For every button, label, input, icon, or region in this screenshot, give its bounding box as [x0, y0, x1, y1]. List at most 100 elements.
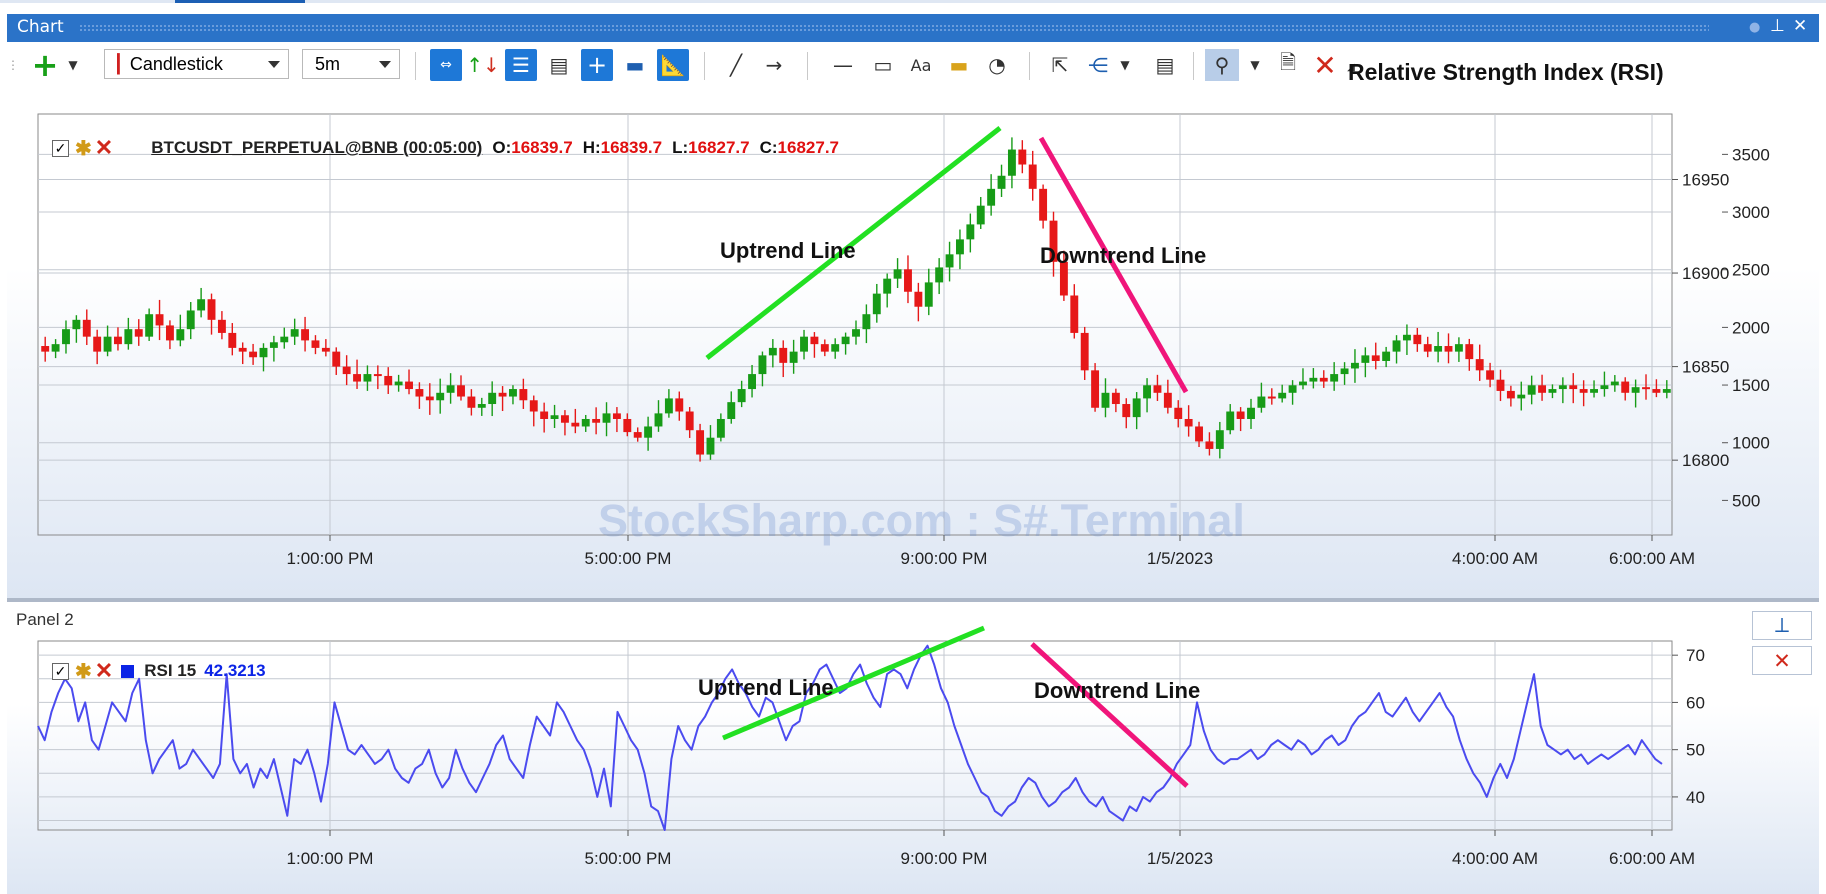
- candle-body: [1496, 379, 1505, 391]
- downtrend-label: Downtrend Line: [1040, 243, 1207, 268]
- candle-body: [1444, 346, 1453, 352]
- candle-body: [987, 188, 996, 206]
- candle-body: [1174, 407, 1183, 419]
- rsi-downtrend-line: [1030, 642, 1189, 788]
- candle-body: [1143, 385, 1152, 399]
- rsi-x-tick-label: 5:00:00 PM: [585, 849, 672, 868]
- volume-tick-label: 1000: [1732, 434, 1770, 453]
- candle-body: [602, 413, 611, 423]
- candle-body: [114, 336, 122, 345]
- x-tick-label: 4:00:00 AM: [1452, 549, 1538, 568]
- volume-tick-label: 1500: [1732, 376, 1770, 395]
- candle-body: [321, 347, 330, 352]
- candle-body: [685, 411, 694, 431]
- candle-body: [363, 374, 372, 382]
- remove-icon[interactable]: ✕: [95, 658, 113, 684]
- candle-body: [810, 336, 819, 345]
- remove-icon[interactable]: ✕: [95, 135, 113, 161]
- candle-body: [966, 224, 975, 240]
- candle-body: [197, 299, 206, 311]
- candle-body: [997, 175, 1006, 189]
- rsi-tick-label: 40: [1686, 788, 1705, 807]
- candle-body: [623, 418, 632, 433]
- rsi-tick-label: 60: [1686, 693, 1705, 712]
- candle-body: [1486, 370, 1495, 380]
- candle-body: [935, 267, 944, 283]
- candle-body: [945, 254, 954, 268]
- candle-body: [1517, 394, 1526, 399]
- candle-body: [571, 422, 580, 427]
- candle-body: [415, 389, 424, 397]
- x-tick-label: 1:00:00 PM: [287, 549, 374, 568]
- candle-body: [1631, 387, 1640, 393]
- candle-body: [176, 329, 185, 341]
- candle-body: [955, 239, 964, 255]
- close-panel-icon[interactable]: ✕: [1752, 646, 1812, 675]
- volume-tick-label: 2500: [1732, 261, 1770, 280]
- candle-body: [592, 418, 601, 423]
- security-label[interactable]: BTCUSDT_PERPETUAL@BNB (00:05:00): [151, 138, 482, 158]
- candle-body: [1382, 351, 1391, 361]
- candle-body: [779, 347, 788, 363]
- candle-body: [186, 310, 195, 330]
- price-tick-label: 16800: [1682, 451, 1729, 470]
- candle-body: [1340, 368, 1349, 375]
- candle-body: [1319, 377, 1328, 382]
- rsi-uptrend-label: Uptrend Line: [698, 675, 834, 700]
- candle-body: [1163, 392, 1172, 408]
- candle-body: [758, 355, 767, 375]
- rsi-x-tick-label: 9:00:00 PM: [901, 849, 988, 868]
- candle-body: [1600, 385, 1609, 390]
- rsi-tick-label: 70: [1686, 646, 1705, 665]
- gear-icon[interactable]: ✱: [75, 136, 92, 161]
- candle-body: [768, 347, 777, 356]
- candle-body: [1351, 362, 1359, 369]
- rsi-tick-label: 50: [1686, 741, 1705, 760]
- candle-body: [145, 314, 154, 337]
- candle-body: [290, 329, 299, 337]
- candle-body: [446, 385, 455, 393]
- candle-body: [1548, 389, 1557, 393]
- gear-icon[interactable]: ✱: [75, 659, 92, 684]
- candle-body: [633, 432, 642, 438]
- candle-body: [1569, 385, 1578, 390]
- candle-body: [852, 329, 860, 337]
- candle-body: [405, 381, 413, 390]
- candle-body: [1236, 411, 1245, 419]
- price-tick-label: 16900: [1682, 264, 1729, 283]
- candle-body: [1590, 389, 1598, 393]
- x-tick-label: 1/5/2023: [1147, 549, 1213, 568]
- candle-body: [1288, 385, 1297, 393]
- candle-body: [800, 336, 808, 352]
- candle-body: [1299, 381, 1307, 386]
- candle-body: [238, 347, 247, 352]
- candle-body: [550, 415, 559, 419]
- candle-body: [207, 299, 216, 320]
- candle-body: [1215, 430, 1224, 449]
- candle-body: [269, 342, 278, 348]
- rsi-line: [37, 644, 1663, 831]
- candle-body: [893, 269, 902, 279]
- candle-body: [1007, 149, 1016, 176]
- candle-body: [1413, 334, 1422, 345]
- candle-body: [1621, 381, 1630, 393]
- volume-tick-label: 3500: [1732, 145, 1770, 164]
- unpin-icon[interactable]: ⟂: [1752, 611, 1812, 640]
- candle-body: [519, 389, 528, 401]
- rsi-x-tick-label: 6:00:00 AM: [1609, 849, 1695, 868]
- candle-body: [353, 374, 361, 382]
- candle-body: [384, 375, 393, 386]
- volume-tick-label: 500: [1732, 491, 1760, 510]
- candle-body: [820, 344, 829, 352]
- candle-body: [280, 336, 289, 343]
- color-swatch[interactable]: [121, 664, 135, 678]
- candle-body: [457, 385, 465, 397]
- candle-body: [93, 336, 102, 352]
- candle-body: [217, 319, 226, 333]
- visibility-checkbox[interactable]: ✓: [52, 139, 69, 157]
- candle-body: [1267, 396, 1276, 399]
- candle-body: [560, 415, 569, 423]
- plot-frame: [37, 113, 1673, 536]
- visibility-checkbox[interactable]: ✓: [52, 662, 69, 680]
- candle-body: [155, 314, 164, 326]
